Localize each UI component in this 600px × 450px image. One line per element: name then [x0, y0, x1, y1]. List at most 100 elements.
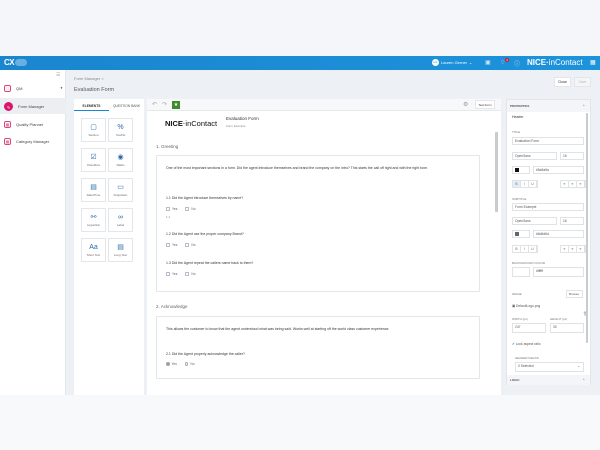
section-description: One of the most important sections in a … [166, 166, 428, 170]
subtitle-input[interactable]: Form Example [512, 203, 584, 211]
underline-button[interactable]: U [529, 181, 537, 187]
italic-button[interactable]: I [521, 181, 529, 187]
properties-scrollbar[interactable] [586, 113, 588, 343]
subtitle-color-picker[interactable] [512, 230, 530, 238]
bold-button[interactable]: B [513, 246, 521, 252]
breadcrumb[interactable]: Form Manager > [74, 76, 104, 81]
align-right-button[interactable]: ≡ [577, 181, 585, 187]
sidebar-item-label: QM [16, 85, 23, 91]
width-input[interactable]: 247 [512, 323, 546, 333]
help-icon[interactable]: ⓘ [514, 59, 520, 68]
element-icon: ◉ [117, 154, 124, 161]
element-date-time[interactable]: ▤ Date/Time [81, 178, 106, 202]
subtitle-size-select[interactable]: 16 [560, 217, 584, 225]
logic-header[interactable]: LOGIC ⌃ [507, 375, 590, 385]
checkbox-icon [166, 243, 170, 248]
no-checkbox[interactable]: No [185, 207, 196, 212]
qm-icon: □ [4, 84, 11, 92]
element-label: Dropdown [113, 193, 128, 197]
lock-aspect-checkbox[interactable]: ✔ Lock aspect ratio [512, 342, 541, 346]
no-checkbox[interactable]: No [185, 243, 196, 248]
user-menu[interactable]: LG Lauren Gerner ⌄ [432, 59, 472, 66]
checkbox-icon [166, 207, 170, 212]
bg-color-input[interactable]: #ffffff [533, 267, 584, 277]
align-left-button[interactable]: ≡ [561, 181, 569, 187]
title-input[interactable]: Evaluation Form [512, 137, 584, 145]
element-label[interactable]: ∞ Label [108, 208, 133, 232]
yes-radio[interactable]: Yes [166, 362, 177, 366]
question-note: 1.1 [166, 215, 171, 219]
redo-icon[interactable]: ↷ [162, 101, 167, 108]
align-center-button[interactable]: ≡ [569, 181, 577, 187]
element-radio[interactable]: ◉ Radio [108, 148, 133, 172]
tab-elements[interactable]: ELEMENTS [74, 102, 109, 111]
sidebar-item-label: Form Manager [18, 103, 45, 109]
radio-icon [166, 362, 170, 366]
title-font-select[interactable]: OpenSans [512, 152, 557, 160]
element-label: Short Text [86, 253, 101, 257]
title-color-picker[interactable] [512, 166, 530, 174]
height-input[interactable]: 30 [550, 323, 584, 333]
trophy-icon[interactable]: ★ [172, 101, 180, 109]
element-dropdown[interactable]: ▭ Dropdown [108, 178, 133, 202]
cx-logo[interactable]: CX [4, 58, 28, 67]
subtitle-font-select[interactable]: OpenSans [512, 217, 557, 225]
section-greeting[interactable]: One of the most important sections in a … [156, 155, 480, 292]
element-icon: ∞ [118, 214, 123, 221]
subtitle-color-input[interactable]: #6d6d6d [533, 230, 584, 238]
align-left-button[interactable]: ≡ [561, 246, 569, 252]
no-radio[interactable]: No [184, 362, 195, 366]
checkbox-icon [166, 272, 170, 277]
canvas-scrollbar[interactable] [495, 132, 498, 212]
yes-checkbox[interactable]: Yes [166, 272, 177, 277]
top-bar [0, 56, 600, 70]
align-right-button[interactable]: ≡ [577, 246, 585, 252]
element-section[interactable]: ▢ Section [81, 118, 106, 142]
color-swatch [515, 232, 519, 237]
underline-button[interactable]: U [529, 246, 537, 252]
element-label: Hyperlink [87, 223, 100, 227]
element-label: Yes/No [115, 133, 126, 137]
browse-button[interactable]: Browse [566, 290, 583, 298]
sidebar-item-quality-planner[interactable]: ▦ Quality Planner [0, 116, 66, 132]
form-logo: NICE·inContact [165, 119, 218, 128]
yes-checkbox[interactable]: Yes [166, 243, 177, 248]
sidebar-item-category-manager[interactable]: ▦ Category Manager [0, 133, 66, 149]
settings-icon[interactable]: ⚙ [463, 101, 468, 108]
element-icon: % [117, 124, 124, 131]
bold-button[interactable]: B [513, 181, 521, 187]
chat-icon[interactable]: ▣ [485, 59, 491, 66]
sidebar: ☰ □ QM ▼ ✎ Form Manager ▦ Quality Planner ▦ C… [0, 70, 66, 395]
width-label: WIDTH (px) [512, 317, 528, 321]
save-button[interactable]: Save [574, 77, 591, 87]
element-short-text[interactable]: Aa Short Text [81, 238, 106, 262]
yes-checkbox[interactable]: Yes [166, 207, 177, 212]
app-grid-icon[interactable]: ▦ [590, 59, 596, 66]
element-hyperlink[interactable]: ⚯ Hyperlink [81, 208, 106, 232]
element-label: Radio [116, 163, 125, 167]
tab-question-bank[interactable]: QUESTION BANK [109, 102, 144, 111]
element-icon: ▤ [117, 244, 124, 251]
title-color-input[interactable]: #5a5a5a [533, 166, 584, 174]
header-fields-select[interactable]: 0 Selected ⌄ [515, 362, 584, 372]
test-form-button[interactable]: Test Form [475, 100, 495, 109]
form-manager-icon: ✎ [4, 101, 13, 111]
logo-text: CX [4, 58, 15, 67]
close-button[interactable]: Close [554, 77, 571, 87]
checkbox-icon [185, 207, 190, 212]
undo-icon[interactable]: ↶ [152, 101, 157, 108]
title-size-select[interactable]: 16 [560, 152, 584, 160]
sidebar-item-form-manager[interactable]: ✎ Form Manager [0, 98, 66, 114]
align-center-button[interactable]: ≡ [569, 246, 577, 252]
no-checkbox[interactable]: No [185, 272, 196, 277]
element-yes-no[interactable]: % Yes/No [108, 118, 133, 142]
italic-button[interactable]: I [521, 246, 529, 252]
bg-color-picker[interactable] [512, 267, 530, 277]
element-long-text[interactable]: ▤ Long Text [108, 238, 133, 262]
sidebar-item-qm[interactable]: □ QM ▼ [0, 80, 66, 96]
section-acknowledge[interactable]: This allows the customer to know that th… [156, 316, 480, 379]
quality-planner-icon: ▦ [4, 120, 11, 128]
collapse-menu-icon[interactable]: ☰ [56, 72, 60, 78]
element-checkbox[interactable]: ☑ Checkbox [81, 148, 106, 172]
properties-header[interactable]: PROPERTIES ⌃ [507, 100, 590, 112]
